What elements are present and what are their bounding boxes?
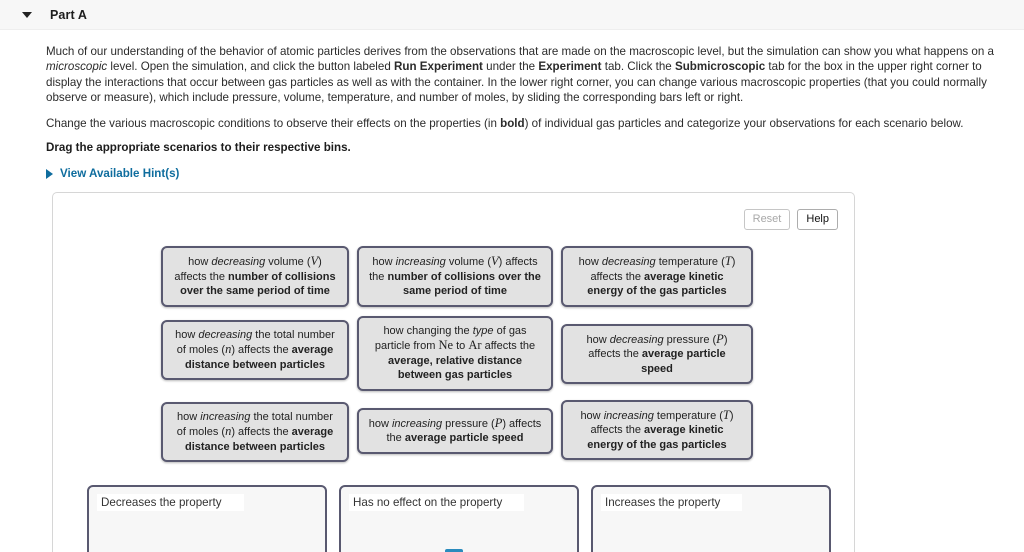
drop-bin-increases[interactable]: Increases the property <box>591 485 831 552</box>
para1-bold-submicroscopic: Submicroscopic <box>674 60 766 74</box>
para2-seg1: Change the various macroscopic condition… <box>46 117 501 131</box>
bin-label: Decreases the property <box>97 494 244 512</box>
tile-changing-gas-type-distance[interactable]: how changing the type of gas particle fr… <box>357 315 553 391</box>
tile-increasing-temperature-kinetic-energy[interactable]: how increasing temperature (T) affects t… <box>561 399 753 461</box>
chevron-down-icon[interactable] <box>22 11 32 18</box>
drop-bin-decreases[interactable]: Decreases the property <box>87 485 327 552</box>
tile-increasing-moles-distance[interactable]: how increasing the total number of moles… <box>161 401 349 463</box>
tile-decreasing-volume-collisions[interactable]: how decreasing volume (V) affects the nu… <box>161 246 349 307</box>
drop-bin-no-effect[interactable]: Has no effect on the property <box>339 485 579 552</box>
tile-decreasing-temperature-kinetic-energy[interactable]: how decreasing temperature (T) affects t… <box>561 246 753 307</box>
drag-instruction: Drag the appropriate scenarios to their … <box>46 141 351 155</box>
para2-bold: bold <box>500 117 525 131</box>
page-title: Part A <box>50 7 87 22</box>
tile-row: how increasing the total number of moles… <box>161 399 854 463</box>
task-paragraph: Change the various macroscopic condition… <box>46 116 1000 131</box>
tile-increasing-volume-collisions[interactable]: how increasing volume (V) affects the nu… <box>357 246 553 307</box>
help-button[interactable]: Help <box>797 209 838 231</box>
tile-row: how decreasing the total number of moles… <box>161 315 854 391</box>
para1-bold-run-experiment: Run Experiment <box>394 60 483 74</box>
bin-label: Increases the property <box>601 494 743 512</box>
tile-bank: how decreasing volume (V) affects the nu… <box>53 246 854 463</box>
tile-row: how decreasing volume (V) affects the nu… <box>161 246 854 307</box>
para1-seg1: Much of our understanding of the behavio… <box>46 45 994 58</box>
tile-decreasing-pressure-speed[interactable]: how decreasing pressure (P) affects the … <box>561 323 753 385</box>
para1-seg4: tab. Click the <box>601 60 675 74</box>
tile-decreasing-moles-distance[interactable]: how decreasing the total number of moles… <box>161 319 349 381</box>
view-hints-link[interactable]: View Available Hint(s) <box>46 167 179 180</box>
intro-paragraph: Much of our understanding of the behavio… <box>46 44 1000 105</box>
para2-seg2: ) of individual gas particles and catego… <box>524 117 964 131</box>
tile-increasing-pressure-speed[interactable]: how increasing pressure (P) affects the … <box>357 407 553 454</box>
para1-em1: microscopic <box>46 60 108 74</box>
bin-label: Has no effect on the property <box>349 494 525 512</box>
para1-bold-experiment: Experiment <box>538 60 602 74</box>
para1-seg2: level. Open the simulation, and click th… <box>107 60 395 74</box>
panel-toolbar: Reset Help <box>53 193 854 231</box>
para1-seg3: under the <box>482 60 539 74</box>
view-hints-label: View Available Hint(s) <box>60 167 180 181</box>
bin-container: Decreases the property Has no effect on … <box>53 471 854 552</box>
reset-button[interactable]: Reset <box>743 209 791 231</box>
chevron-right-icon <box>46 168 53 179</box>
part-header[interactable]: Part A <box>0 0 1024 30</box>
content-area: Much of our understanding of the behavio… <box>0 30 1024 552</box>
drag-drop-activity-panel: Reset Help how decreasing volume (V) aff… <box>52 192 855 552</box>
